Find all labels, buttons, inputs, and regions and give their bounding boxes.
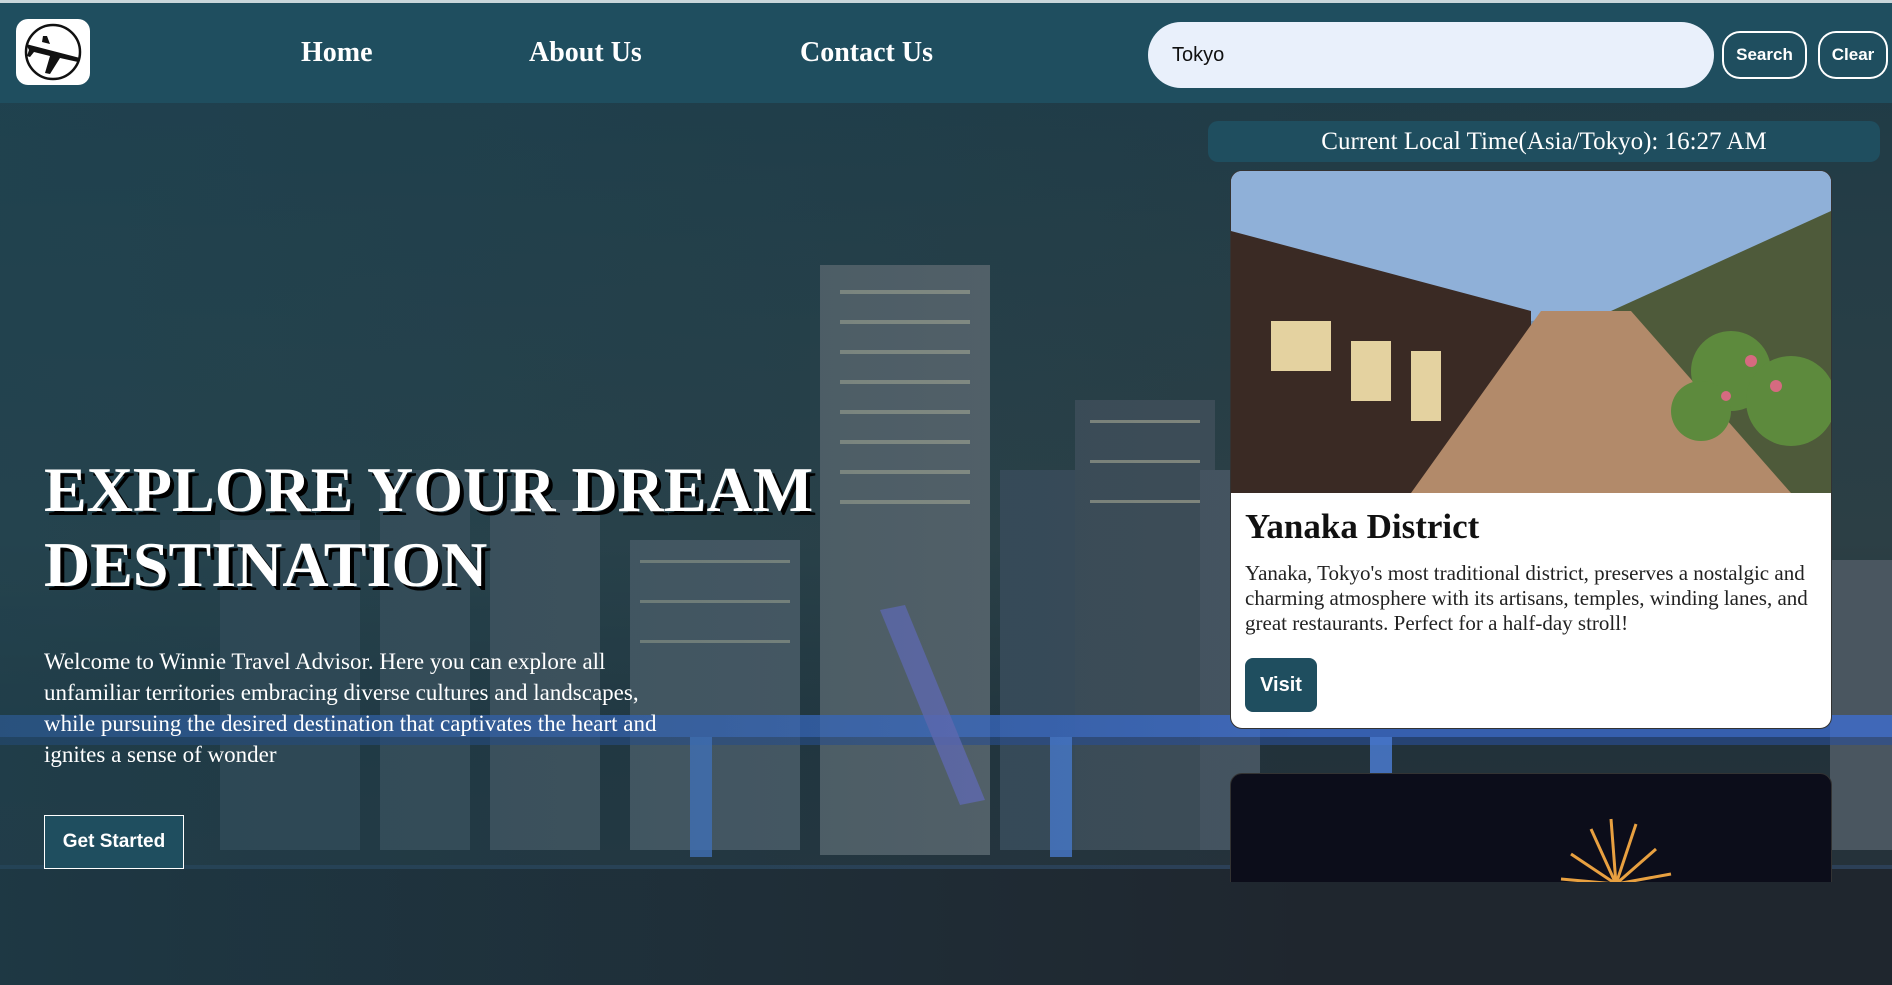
attraction-card-partial	[1230, 773, 1832, 882]
clear-button[interactable]: Clear	[1818, 31, 1888, 79]
nav-about-link[interactable]: About Us	[529, 37, 642, 69]
logo[interactable]	[16, 19, 90, 85]
attraction-description: Yanaka, Tokyo's most traditional distric…	[1245, 561, 1808, 635]
fireworks-image	[1560, 818, 1672, 882]
hero-description: Welcome to Winnie Travel Advisor. Here y…	[44, 649, 657, 767]
nav-home-link[interactable]: Home	[301, 37, 373, 69]
get-started-button[interactable]: Get Started	[44, 815, 184, 869]
nav-contact-link[interactable]: Contact Us	[800, 37, 933, 69]
attraction-title: Yanaka District	[1245, 507, 1480, 546]
hero-title: EXPLORE YOUR DREAM DESTINATION	[44, 454, 814, 600]
top-navbar: Home About Us Contact Us Search Clear	[0, 0, 1892, 103]
attraction-card: Yanaka District Yanaka, Tokyo's most tra…	[1230, 170, 1832, 729]
attraction-image	[1231, 171, 1831, 493]
search-input[interactable]	[1148, 22, 1714, 88]
search-button[interactable]: Search	[1722, 31, 1807, 79]
local-time-bar: Current Local Time(Asia/Tokyo): 16:27 AM	[1208, 121, 1880, 162]
airplane-logo-icon	[24, 23, 82, 81]
attraction-card-list[interactable]: Yanaka District Yanaka, Tokyo's most tra…	[1230, 170, 1832, 882]
visit-button[interactable]: Visit	[1245, 658, 1317, 712]
